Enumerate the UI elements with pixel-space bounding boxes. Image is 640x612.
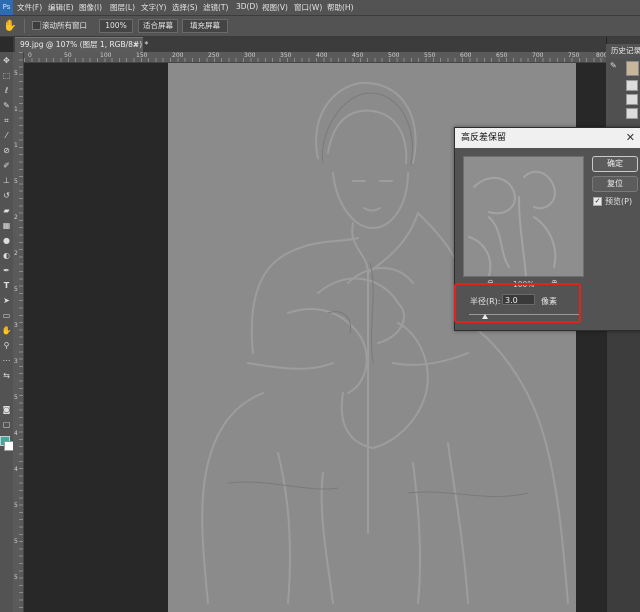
crop-tool-icon[interactable]: ⌗ <box>1 115 12 126</box>
gradient-tool-icon[interactable]: ▦ <box>1 220 12 231</box>
history-brush-tool-icon[interactable]: ↺ <box>1 190 12 201</box>
ruler-label: 100 <box>100 52 112 59</box>
menu-edit[interactable]: 编辑(E) <box>48 2 74 13</box>
ruler-label: 4 <box>14 466 18 473</box>
history-panel-tab[interactable]: 历史记录 <box>606 44 640 58</box>
ruler-label: 5 <box>14 502 18 509</box>
eyedropper-tool-icon[interactable]: ⁄ <box>1 130 12 141</box>
fill-screen-button[interactable]: 填充屏幕 <box>182 19 228 33</box>
ruler-label: 1 <box>14 106 18 113</box>
close-icon[interactable]: × <box>132 38 139 52</box>
menu-select[interactable]: 选择(S) <box>172 2 198 13</box>
zoom-tool-icon[interactable]: ⚲ <box>1 340 12 351</box>
history-step-icon[interactable] <box>626 94 638 105</box>
ruler-label: 5 <box>14 70 18 77</box>
preview-label: 预览(P) <box>605 197 633 206</box>
more-tools-icon[interactable]: ⋯ <box>1 355 12 366</box>
ok-button[interactable]: 确定 <box>592 156 638 172</box>
reset-button[interactable]: 复位 <box>592 176 638 192</box>
dialog-title: 高反差保留 <box>461 133 507 143</box>
menu-window[interactable]: 窗口(W) <box>294 2 322 13</box>
clone-stamp-tool-icon[interactable]: ⊥ <box>1 175 12 186</box>
menu-layer[interactable]: 图层(L) <box>110 2 135 13</box>
ruler-label: 300 <box>244 52 256 59</box>
menu-help[interactable]: 帮助(H) <box>327 2 354 13</box>
vertical-ruler: 5 1 1 5 2 2 5 3 3 5 4 4 5 5 5 <box>13 52 24 612</box>
ruler-label: 700 <box>532 52 544 59</box>
history-step-icon[interactable] <box>626 108 638 119</box>
quick-select-tool-icon[interactable]: ✎ <box>1 100 12 111</box>
close-icon[interactable]: ✕ <box>626 128 635 148</box>
eraser-tool-icon[interactable]: ▰ <box>1 205 12 216</box>
shape-tool-icon[interactable]: ▭ <box>1 310 12 321</box>
ruler-label: 450 <box>352 52 364 59</box>
blur-tool-icon[interactable]: ● <box>1 235 12 246</box>
fit-screen-button[interactable]: 适合屏幕 <box>138 19 178 33</box>
healing-brush-tool-icon[interactable]: ⊘ <box>1 145 12 156</box>
swap-colors-icon[interactable]: ⇆ <box>1 370 12 381</box>
photoshop-logo[interactable]: Ps <box>0 0 13 15</box>
ruler-label: 150 <box>136 52 148 59</box>
ruler-label: 250 <box>208 52 220 59</box>
menu-image[interactable]: 图像(I) <box>79 2 102 13</box>
scroll-all-windows-label: 滚动所有窗口 <box>42 21 87 30</box>
ruler-label: 50 <box>64 52 72 59</box>
ruler-label: 1 <box>14 142 18 149</box>
move-tool-icon[interactable]: ✥ <box>1 55 12 66</box>
options-bar: ✋ 滚动所有窗口 100% 适合屏幕 填充屏幕 <box>0 16 640 37</box>
menu-3d[interactable]: 3D(D) <box>236 2 258 11</box>
hand-icon[interactable]: ✋ <box>3 19 17 32</box>
history-brush-source-icon[interactable]: ✎ <box>610 61 617 70</box>
menu-bar: Ps 文件(F) 编辑(E) 图像(I) 图层(L) 文字(Y) 选择(S) 滤… <box>0 0 640 16</box>
history-snapshot-thumbnail[interactable] <box>626 61 639 76</box>
scroll-all-windows-checkbox[interactable] <box>32 21 41 30</box>
menu-filter[interactable]: 滤镜(T) <box>203 2 228 13</box>
ruler-label: 5 <box>14 574 18 581</box>
ruler-label: 650 <box>496 52 508 59</box>
ruler-label: 350 <box>280 52 292 59</box>
lasso-tool-icon[interactable]: ℓ <box>1 85 12 96</box>
tools-panel: ✥ ⬚ ℓ ✎ ⌗ ⁄ ⊘ ✐ ⊥ ↺ ▰ ▦ ● ◐ ✒ T ➤ ▭ ✋ ⚲ … <box>0 52 14 612</box>
ruler-label: 400 <box>316 52 328 59</box>
ruler-label: 3 <box>14 358 18 365</box>
dodge-tool-icon[interactable]: ◐ <box>1 250 12 261</box>
ruler-label: 0 <box>28 52 32 59</box>
options-divider <box>24 19 25 33</box>
pen-tool-icon[interactable]: ✒ <box>1 265 12 276</box>
filter-preview[interactable] <box>463 156 584 277</box>
ruler-label: 5 <box>14 178 18 185</box>
preview-image <box>468 170 557 276</box>
zoom-100-button[interactable]: 100% <box>99 19 133 33</box>
path-select-tool-icon[interactable]: ➤ <box>1 295 12 306</box>
document-tab-bar: 99.jpg @ 107% (图层 1, RGB/8#) * × <box>13 37 606 52</box>
menu-file[interactable]: 文件(F) <box>17 2 42 13</box>
history-step-icon[interactable] <box>626 80 638 91</box>
ruler-label: 550 <box>424 52 436 59</box>
quick-mask-icon[interactable]: ◙ <box>1 404 12 415</box>
menu-type[interactable]: 文字(Y) <box>141 2 166 13</box>
type-tool-icon[interactable]: T <box>1 280 12 291</box>
radius-highlight-box <box>454 283 581 323</box>
menu-view[interactable]: 视图(V) <box>262 2 288 13</box>
ruler-label: 3 <box>14 322 18 329</box>
screen-mode-icon[interactable]: ▢ <box>1 419 12 430</box>
ruler-label: 200 <box>172 52 184 59</box>
ruler-label: 5 <box>14 538 18 545</box>
marquee-tool-icon[interactable]: ⬚ <box>1 70 12 81</box>
ruler-label: 2 <box>14 214 18 221</box>
document-tab-title: 99.jpg @ 107% (图层 1, RGB/8#) * <box>20 40 149 49</box>
brush-tool-icon[interactable]: ✐ <box>1 160 12 171</box>
horizontal-ruler: 0 50 100 150 200 250 300 350 400 450 500… <box>24 52 607 63</box>
ruler-label: 5 <box>14 394 18 401</box>
document-tab[interactable]: 99.jpg @ 107% (图层 1, RGB/8#) * × <box>15 37 148 52</box>
ruler-label: 500 <box>388 52 400 59</box>
ruler-label: 600 <box>460 52 472 59</box>
preview-checkbox[interactable]: ✓ <box>593 197 602 206</box>
ruler-label: 4 <box>14 430 18 437</box>
dialog-title-bar[interactable]: 高反差保留 ✕ <box>455 128 640 148</box>
hand-tool-icon[interactable]: ✋ <box>1 325 12 336</box>
ruler-label: 2 <box>14 250 18 257</box>
ruler-label: 5 <box>14 286 18 293</box>
ruler-label: 750 <box>568 52 580 59</box>
